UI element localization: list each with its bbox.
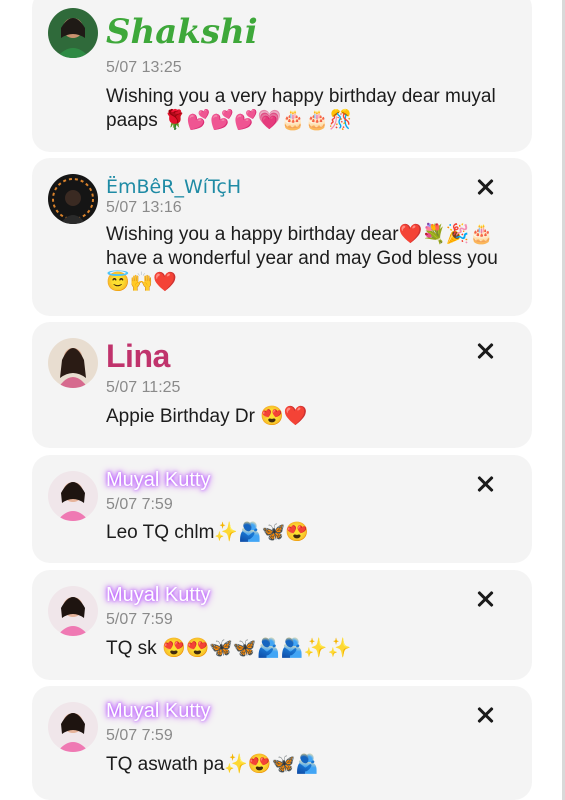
avatar[interactable] [48,338,98,388]
avatar[interactable] [48,471,98,521]
comment-text: Wishing you a very happy birthday dear m… [106,86,496,131]
comment-time: 5/07 7:59 [106,611,173,628]
comment-time: 5/07 7:59 [106,496,173,513]
comment-time: 5/07 13:25 [106,59,182,76]
comment-time: 5/07 7:59 [106,727,173,744]
close-icon[interactable] [476,475,494,493]
comment-text: Appie Birthday Dr 😍❤️ [106,406,308,427]
comment-card: Shakshi 5/07 13:25 Wishing you a very ha… [32,0,532,152]
comment-text: Leo TQ chlm✨🫂🦋😍 [106,522,310,543]
avatar[interactable] [48,586,98,636]
commenter-name[interactable]: Shakshi [106,12,258,52]
comment-time: 5/07 13:16 [106,199,182,216]
avatar[interactable] [48,702,98,752]
comment-text: Wishing you a happy birthday dear❤️💐🎉🎂 h… [106,224,498,293]
close-icon[interactable] [476,590,494,608]
close-icon[interactable] [476,178,494,196]
close-icon[interactable] [476,342,494,360]
comment-card: Muyal Kutty 5/07 7:59 TQ aswath pa✨😍🦋🫂 [32,686,532,800]
avatar[interactable] [48,174,98,224]
comment-text: TQ aswath pa✨😍🦋🫂 [106,754,319,775]
commenter-name[interactable]: ËmBêR_WíTçH [106,176,241,198]
comment-text: TQ sk 😍😍🦋🦋🫂🫂✨✨ [106,638,352,659]
commenter-name[interactable]: Muyal Kutty [106,700,210,723]
comment-card: ËmBêR_WíTçH 5/07 13:16 Wishing you a hap… [32,158,532,316]
commenter-name[interactable]: Muyal Kutty [106,469,210,492]
close-icon[interactable] [476,706,494,724]
avatar[interactable] [48,8,98,58]
commenter-name[interactable]: Muyal Kutty [106,584,210,607]
comment-time: 5/07 11:25 [106,379,181,396]
comment-card: Muyal Kutty 5/07 7:59 TQ sk 😍😍🦋🦋🫂🫂✨✨ [32,570,532,680]
comment-card: Muyal Kutty 5/07 7:59 Leo TQ chlm✨🫂🦋😍 [32,455,532,563]
comment-card: Lina 5/07 11:25 Appie Birthday Dr 😍❤️ [32,322,532,448]
commenter-name[interactable]: Lina [106,338,170,375]
